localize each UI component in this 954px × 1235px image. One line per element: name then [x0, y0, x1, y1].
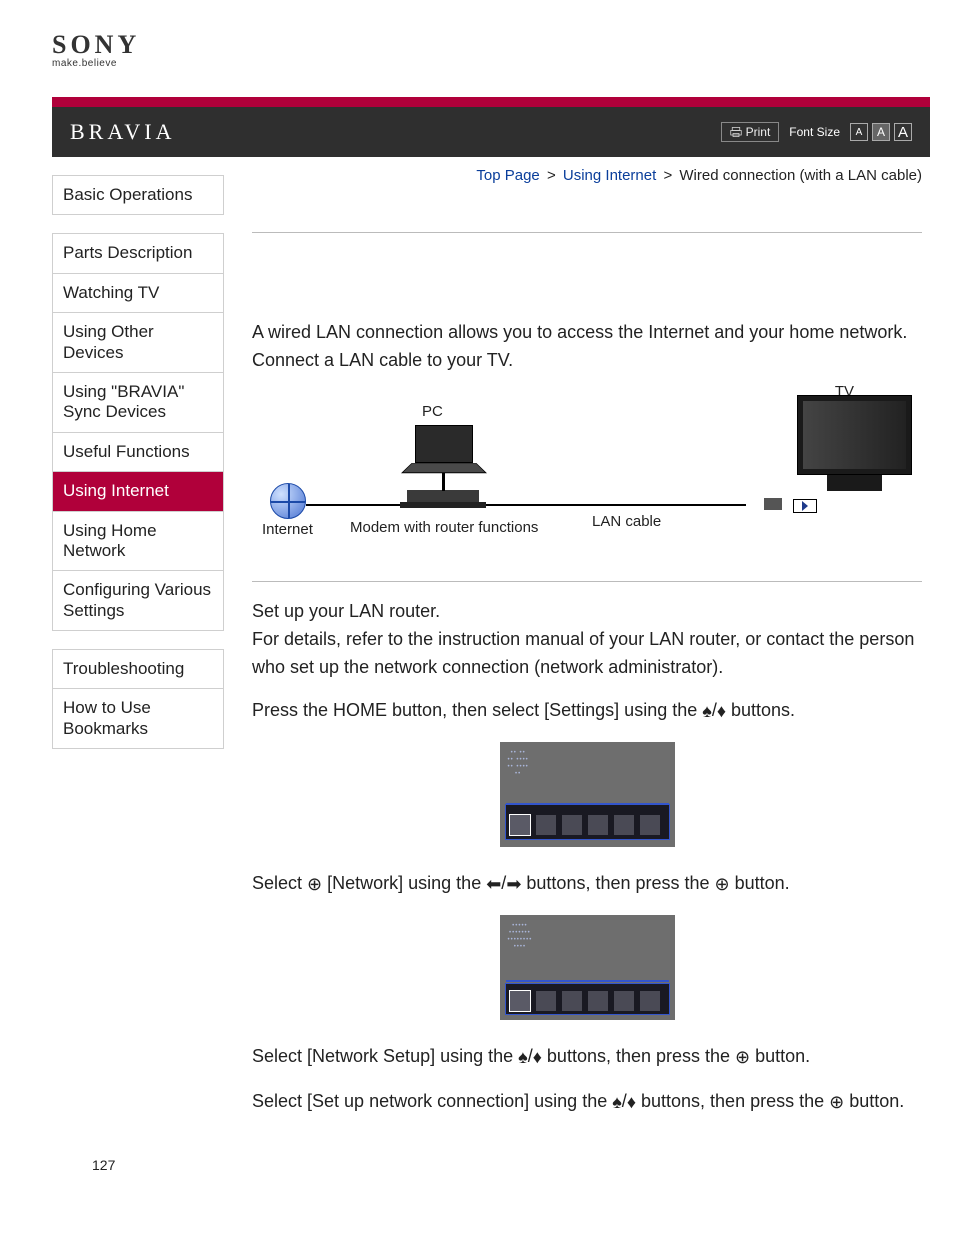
- network-screenshot: ••••••••••••••••••••••••: [500, 915, 675, 1020]
- connection-diagram: PC TV Internet Modem with router functio…: [252, 391, 922, 561]
- step-network-setup: Select [Network Setup] using the ♠/♦ but…: [252, 1043, 922, 1072]
- enter-icon: ⊕: [715, 871, 730, 899]
- page-number: 127: [92, 1157, 922, 1173]
- globe-icon: [270, 483, 306, 519]
- product-name: BRAVIA: [70, 119, 176, 145]
- print-button[interactable]: Print: [721, 122, 780, 142]
- tv-port-icon: [793, 499, 817, 513]
- fontsize-label: Font Size: [789, 125, 840, 139]
- breadcrumb-l2[interactable]: Using Internet: [563, 167, 656, 184]
- brand-text: SONY: [52, 30, 930, 60]
- network-icon: ⊕: [307, 871, 322, 899]
- enter-icon: ⊕: [735, 1044, 750, 1072]
- up-arrow-icon: ♠: [518, 1044, 528, 1072]
- step-select-network: Select ⊕ [Network] using the ⬅/➡ buttons…: [252, 870, 922, 899]
- sidebar-item-how-to-use-bookmarks[interactable]: How to Use Bookmarks: [52, 689, 224, 749]
- sidebar-item-useful-functions[interactable]: Useful Functions: [52, 433, 224, 472]
- up-arrow-icon: ♠: [612, 1089, 622, 1117]
- lan-connector-icon: [764, 498, 782, 510]
- intro-text: A wired LAN connection allows you to acc…: [252, 319, 922, 375]
- breadcrumb-current: Wired connection (with a LAN cable): [679, 167, 922, 184]
- sidebar-item-parts-description[interactable]: Parts Description: [52, 233, 224, 273]
- modem-icon: [407, 490, 479, 502]
- left-arrow-icon: ⬅: [486, 871, 501, 899]
- down-arrow-icon: ♦: [533, 1044, 542, 1072]
- sidebar-item-troubleshooting[interactable]: Troubleshooting: [52, 649, 224, 689]
- settings-screenshot: •• •••• •••••• ••••••: [500, 742, 675, 847]
- sidebar-item-using-bravia-sync-devices[interactable]: Using "BRAVIA" Sync Devices: [52, 373, 224, 433]
- sidebar-item-using-other-devices[interactable]: Using Other Devices: [52, 313, 224, 373]
- fontsize-small[interactable]: A: [850, 123, 868, 141]
- main-content: Top Page > Using Internet > Wired connec…: [252, 157, 930, 1173]
- diagram-lan-label: LAN cable: [592, 513, 661, 530]
- red-bar: [52, 97, 930, 107]
- sidebar-item-configuring-various-settings[interactable]: Configuring Various Settings: [52, 571, 224, 631]
- step-setup-connection: Select [Set up network connection] using…: [252, 1088, 922, 1117]
- sidebar-item-watching-tv[interactable]: Watching TV: [52, 274, 224, 313]
- step-home-settings: Press the HOME button, then select [Sett…: [252, 697, 922, 726]
- enter-icon: ⊕: [829, 1089, 844, 1117]
- right-arrow-icon: ➡: [506, 871, 521, 899]
- fontsize-large[interactable]: A: [894, 123, 912, 141]
- header-bar: BRAVIA Print Font Size A A A: [52, 107, 930, 157]
- up-arrow-icon: ♠: [702, 698, 712, 726]
- sidebar-item-using-internet[interactable]: Using Internet: [52, 472, 224, 511]
- breadcrumb: Top Page > Using Internet > Wired connec…: [252, 167, 922, 184]
- tagline: make.believe: [52, 58, 930, 69]
- diagram-internet-label: Internet: [262, 521, 313, 538]
- divider: [252, 581, 922, 582]
- print-label: Print: [746, 125, 771, 139]
- down-arrow-icon: ♦: [717, 698, 726, 726]
- fontsize-medium[interactable]: A: [872, 123, 890, 141]
- sidebar-item-using-home-network[interactable]: Using Home Network: [52, 512, 224, 572]
- sidebar: Basic Operations Parts DescriptionWatchi…: [52, 157, 224, 1173]
- down-arrow-icon: ♦: [627, 1089, 636, 1117]
- step-setup-router: Set up your LAN router. For details, ref…: [252, 598, 922, 682]
- sony-logo: SONY make.believe: [52, 30, 930, 69]
- diagram-modem-label: Modem with router functions: [350, 519, 538, 536]
- laptop-icon: [407, 425, 479, 470]
- diagram-pc-label: PC: [422, 403, 443, 420]
- breadcrumb-top[interactable]: Top Page: [476, 167, 539, 184]
- print-icon: [730, 126, 742, 138]
- sidebar-item-basic-operations[interactable]: Basic Operations: [52, 175, 224, 215]
